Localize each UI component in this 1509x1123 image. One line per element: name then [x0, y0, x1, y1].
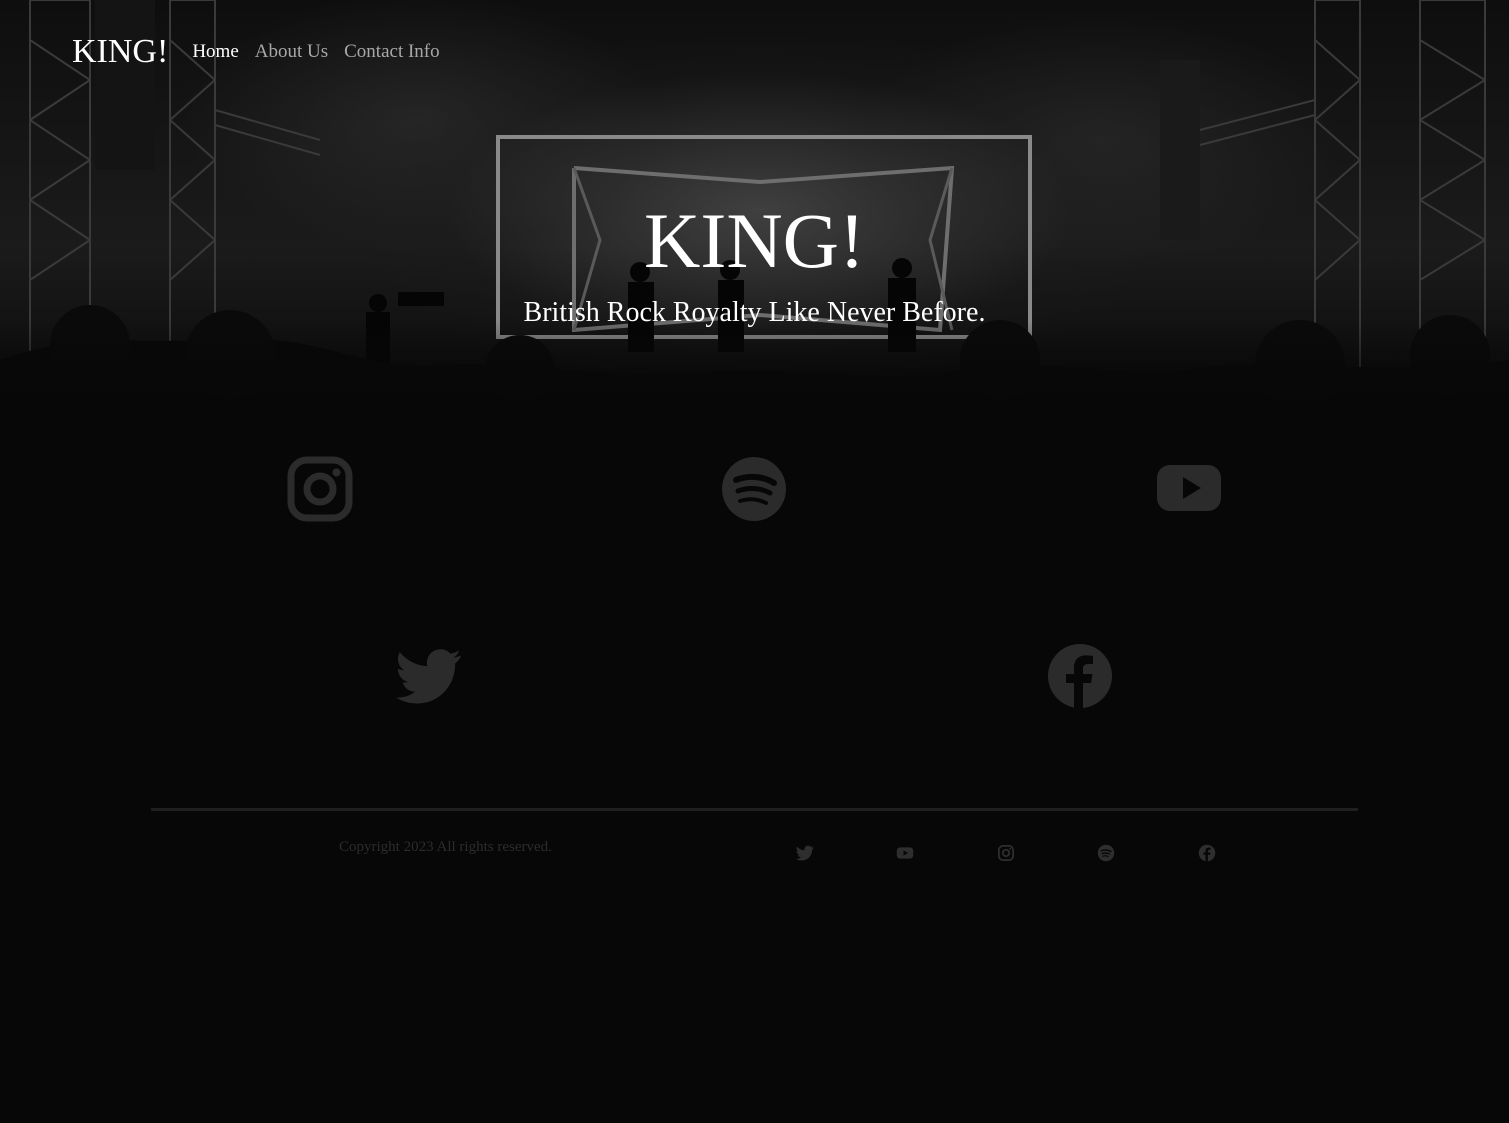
instagram-icon[interactable] — [287, 456, 353, 522]
youtube-icon[interactable] — [1156, 456, 1222, 522]
nav-link-contact-info[interactable]: Contact Info — [344, 30, 440, 74]
hero-title: KING! — [644, 197, 865, 284]
footer-divider — [151, 808, 1358, 811]
copyright-text: Copyright 2023 All rights reserved. — [339, 839, 552, 855]
twitter-icon[interactable] — [396, 643, 462, 709]
page: KING! Home About Us Contact Info KING! B… — [0, 0, 1509, 1123]
hero-subtitle: British Rock Royalty Like Never Before. — [523, 297, 986, 328]
top-nav: KING! Home About Us Contact Info — [72, 30, 456, 74]
brand-logo[interactable]: KING! — [72, 30, 168, 74]
spotify-icon[interactable] — [721, 456, 787, 522]
nav-link-home[interactable]: Home — [192, 30, 238, 74]
youtube-icon[interactable] — [896, 844, 914, 862]
facebook-icon[interactable] — [1198, 844, 1216, 862]
twitter-icon[interactable] — [796, 844, 814, 862]
spotify-icon[interactable] — [1097, 844, 1115, 862]
hero-fade — [0, 320, 1509, 410]
instagram-icon[interactable] — [997, 844, 1015, 862]
hero-banner: KING! Home About Us Contact Info KING! B… — [0, 0, 1509, 410]
facebook-icon[interactable] — [1047, 643, 1113, 709]
nav-link-about-us[interactable]: About Us — [255, 30, 328, 74]
